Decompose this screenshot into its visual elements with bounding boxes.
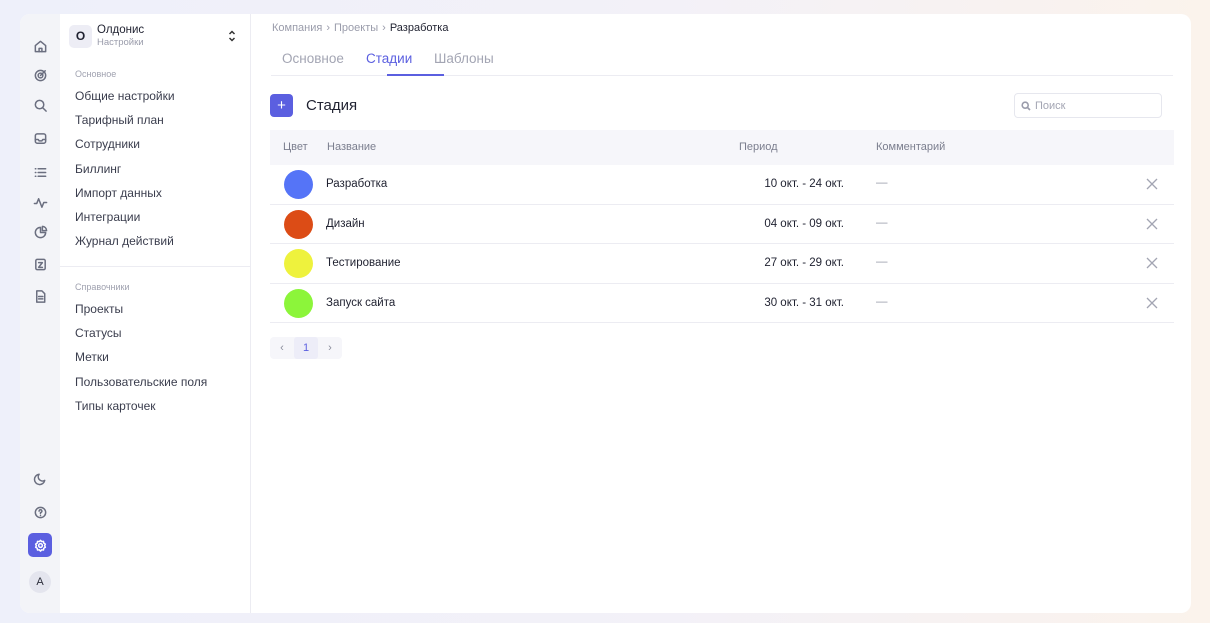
- chevron-right-icon: ›: [326, 22, 331, 34]
- search-input[interactable]: [1035, 99, 1155, 112]
- list-icon[interactable]: [28, 160, 52, 184]
- section-label-refs: Справочники: [75, 282, 130, 292]
- stage-color-swatch[interactable]: [284, 288, 313, 318]
- sidebar-item-card-types[interactable]: Типы карточек: [75, 399, 156, 413]
- stage-period: 30 окт. - 31 окт.: [764, 296, 844, 309]
- pie-chart-icon[interactable]: [28, 220, 52, 244]
- stages-table: Цвет Название Период Комментарий Разрабо…: [270, 130, 1174, 323]
- close-icon[interactable]: [1145, 296, 1159, 310]
- stage-color-swatch[interactable]: [284, 209, 313, 239]
- close-icon[interactable]: [1145, 217, 1159, 231]
- tab-general[interactable]: Основное: [282, 51, 344, 66]
- section-label-main: Основное: [75, 69, 117, 79]
- tab-templates[interactable]: Шаблоны: [434, 51, 494, 66]
- moon-icon[interactable]: [28, 466, 52, 490]
- breadcrumb-company[interactable]: Компания: [272, 22, 322, 34]
- pagination: ‹ 1 ›: [270, 337, 342, 359]
- sidebar-item-activity-log[interactable]: Журнал действий: [75, 234, 174, 248]
- table-row[interactable]: Запуск сайта 30 окт. - 31 окт. —: [270, 284, 1174, 323]
- column-header-name: Название: [327, 141, 377, 153]
- tab-bar: Основное Стадии Шаблоны: [271, 46, 1173, 76]
- close-icon[interactable]: [1145, 177, 1159, 191]
- stage-color-swatch[interactable]: [284, 170, 313, 199]
- sidebar-item-custom-fields[interactable]: Пользовательские поля: [75, 375, 207, 389]
- search-field[interactable]: [1014, 93, 1162, 118]
- stage-name: Дизайн: [326, 217, 365, 230]
- stage-period: 10 окт. - 24 окт.: [764, 178, 844, 190]
- sidebar-item-tags[interactable]: Метки: [75, 350, 109, 364]
- stage-color-swatch[interactable]: [284, 249, 313, 278]
- stage-period: 27 окт. - 29 окт.: [764, 257, 844, 269]
- sidebar-item-integrations[interactable]: Интеграции: [75, 210, 140, 224]
- sidebar-item-import[interactable]: Импорт данных: [75, 186, 162, 200]
- close-icon[interactable]: [1145, 256, 1159, 270]
- tab-stages[interactable]: Стадии: [366, 51, 412, 66]
- sidebar-item-plan[interactable]: Тарифный план: [75, 113, 164, 127]
- activity-icon[interactable]: [28, 190, 52, 214]
- sidebar-item-statuses[interactable]: Статусы: [75, 326, 122, 340]
- document-icon[interactable]: [28, 252, 52, 276]
- sidebar-divider: [60, 266, 250, 267]
- add-stage-button[interactable]: +: [270, 94, 293, 117]
- column-header-color: Цвет: [283, 141, 308, 153]
- stage-name: Запуск сайта: [326, 296, 396, 309]
- inbox-icon[interactable]: [28, 126, 52, 150]
- sidebar-item-projects[interactable]: Проекты: [75, 302, 123, 316]
- file-icon[interactable]: [28, 284, 52, 308]
- next-page-button[interactable]: ›: [318, 337, 342, 359]
- stage-name: Разработка: [326, 178, 388, 190]
- column-header-period: Период: [739, 141, 778, 153]
- active-tab-indicator: [387, 74, 444, 76]
- icon-rail: A: [20, 14, 60, 613]
- sidebar-item-general[interactable]: Общие настройки: [75, 89, 175, 103]
- org-badge: О: [69, 24, 92, 48]
- help-icon[interactable]: [28, 500, 52, 524]
- column-header-comment: Комментарий: [876, 141, 946, 153]
- sidebar-item-billing[interactable]: Биллинг: [75, 162, 121, 176]
- stage-comment: —: [876, 177, 888, 189]
- settings-sidebar: О Олдонис Настройки Основное Общие настр…: [60, 14, 251, 613]
- chevron-up-down-icon[interactable]: [227, 28, 237, 44]
- stage-name: Тестирование: [326, 257, 401, 269]
- table-row[interactable]: Разработка 10 окт. - 24 окт. —: [270, 165, 1174, 205]
- target-icon[interactable]: [28, 63, 52, 87]
- table-row[interactable]: Тестирование 27 окт. - 29 окт. —: [270, 244, 1174, 284]
- app-window: A О Олдонис Настройки Основное Общие нас…: [20, 14, 1191, 613]
- sidebar-item-employees[interactable]: Сотрудники: [75, 137, 140, 151]
- chevron-right-icon: ›: [382, 22, 386, 34]
- table-row[interactable]: Дизайн 04 окт. - 09 окт. —: [270, 205, 1174, 244]
- stage-comment: —: [876, 295, 888, 308]
- stage-period: 04 окт. - 09 окт.: [764, 217, 844, 230]
- breadcrumb-current: Разработка: [389, 22, 449, 34]
- table-header: Цвет Название Период Комментарий: [270, 130, 1174, 165]
- main-content: Компания › Проекты › Разработка Основное…: [251, 14, 1191, 613]
- page-number-button[interactable]: 1: [294, 337, 318, 359]
- stage-comment: —: [876, 216, 888, 229]
- search-icon: [1021, 100, 1031, 111]
- avatar[interactable]: A: [29, 571, 51, 593]
- prev-page-button[interactable]: ‹: [270, 337, 294, 359]
- stage-comment: —: [876, 256, 888, 268]
- breadcrumb: Компания › Проекты › Разработка: [272, 22, 448, 34]
- search-icon[interactable]: [28, 93, 52, 117]
- breadcrumb-projects[interactable]: Проекты: [334, 22, 378, 34]
- settings-icon[interactable]: [28, 533, 52, 557]
- org-subtitle: Настройки: [97, 37, 144, 48]
- org-switcher[interactable]: О Олдонис Настройки: [69, 22, 247, 50]
- org-name: Олдонис: [97, 23, 145, 36]
- home-icon[interactable]: [28, 34, 52, 58]
- page-title: Стадия: [306, 97, 358, 114]
